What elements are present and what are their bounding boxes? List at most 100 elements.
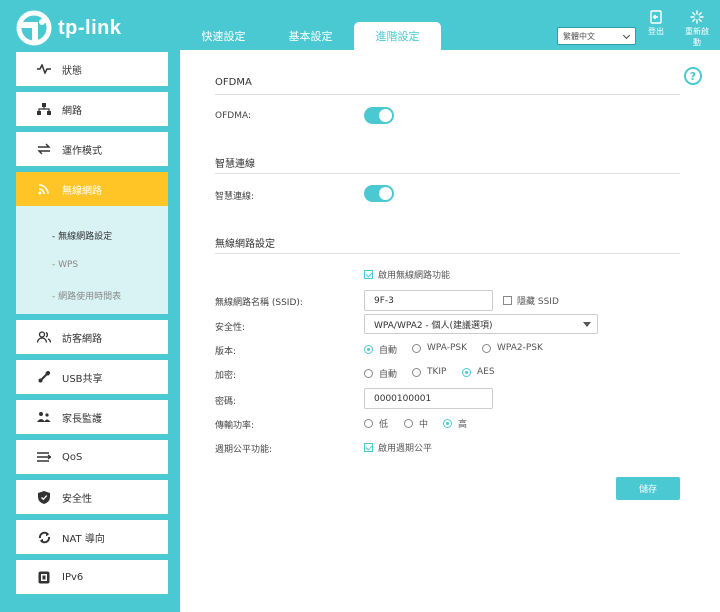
airtime-label: 週期公平功能:	[215, 445, 273, 455]
brand-name: tp-link	[58, 16, 122, 39]
sidebar: 狀態 網路 運作模式 無線網路 - 無線網路設定 - WPS - 網路使用時間表…	[16, 52, 168, 600]
radio-label: AES	[477, 367, 495, 377]
logout-button[interactable]: 登出	[648, 10, 664, 37]
sidebar-item-label: NAT 導向	[62, 533, 105, 545]
ofdma-toggle[interactable]	[364, 107, 394, 124]
power-radio-medium[interactable]: 中	[404, 417, 428, 430]
power-radio-high[interactable]: 高	[443, 417, 467, 430]
tab-basic[interactable]: 基本設定	[267, 22, 354, 50]
mode-icon	[36, 141, 52, 157]
reboot-label: 重新啟動	[685, 27, 709, 47]
sidebar-item-status[interactable]: 狀態	[16, 52, 168, 86]
sidebar-item-usb[interactable]: USB共享	[16, 360, 168, 394]
usb-icon	[36, 369, 52, 385]
logout-icon	[650, 10, 662, 24]
chevron-down-icon	[622, 31, 631, 40]
reboot-button[interactable]: 重新啟動	[684, 10, 710, 48]
version-radio-wpa-psk[interactable]: WPA-PSK	[412, 343, 467, 353]
smart-connect-label: 智慧連線:	[215, 192, 255, 202]
enable-wireless-checkbox[interactable]: 啟用無線網路功能	[364, 268, 450, 281]
ipv6-icon	[36, 569, 52, 585]
ssid-input[interactable]: 9F-3	[364, 290, 493, 311]
submenu-wireless-settings[interactable]: - 無線網路設定	[16, 220, 168, 250]
radio-unselected-icon	[364, 419, 373, 428]
guests-icon	[36, 329, 52, 345]
password-label: 密碼:	[215, 397, 237, 407]
password-input[interactable]: 0000100001	[364, 388, 493, 409]
checkbox-checked-icon	[364, 443, 373, 452]
language-value: 繁體中文	[563, 31, 595, 41]
enable-wireless-label: 啟用無線網路功能	[378, 271, 451, 281]
divider	[215, 173, 680, 174]
encryption-radio-tkip[interactable]: TKIP	[412, 367, 446, 377]
security-label: 安全性:	[215, 323, 246, 333]
sidebar-item-security[interactable]: 安全性	[16, 480, 168, 514]
nat-icon	[36, 529, 52, 545]
shield-icon	[36, 489, 52, 505]
encryption-radio-auto[interactable]: 自動	[364, 367, 397, 380]
radio-label: WPA-PSK	[427, 343, 467, 353]
smart-connect-toggle[interactable]	[364, 185, 394, 202]
sidebar-item-label: IPv6	[62, 571, 84, 583]
submenu-schedule[interactable]: - 網路使用時間表	[16, 280, 168, 310]
version-radio-wpa2-psk[interactable]: WPA2-PSK	[482, 343, 543, 353]
smart-connect-section-title: 智慧連線	[215, 159, 255, 170]
sidebar-item-wireless[interactable]: 無線網路	[16, 172, 168, 206]
radio-selected-icon	[462, 367, 471, 377]
radio-selected-icon	[364, 345, 373, 354]
sidebar-item-guest-network[interactable]: 訪客網路	[16, 320, 168, 354]
power-radio-low[interactable]: 低	[364, 417, 388, 430]
wireless-section-title: 無線網路設定	[215, 239, 275, 250]
version-radio-auto[interactable]: 自動	[364, 343, 397, 356]
radio-label: WPA2-PSK	[497, 343, 543, 353]
power-label: 傳輸功率:	[215, 421, 255, 431]
sidebar-item-label: 網路	[62, 105, 82, 117]
sidebar-item-label: 無線網路	[62, 185, 102, 197]
logout-label: 登出	[648, 27, 664, 36]
reboot-icon	[690, 10, 704, 24]
sidebar-item-network[interactable]: 網路	[16, 92, 168, 126]
ofdma-section-title: OFDMA	[215, 77, 252, 88]
submenu-wps[interactable]: - WPS	[16, 250, 168, 280]
sidebar-item-label: 訪客網路	[62, 333, 102, 345]
radio-unselected-icon	[412, 367, 421, 377]
sidebar-item-parental[interactable]: 家長監護	[16, 400, 168, 434]
sidebar-item-label: 狀態	[62, 65, 82, 77]
wifi-icon	[36, 181, 52, 197]
wireless-submenu: - 無線網路設定 - WPS - 網路使用時間表	[16, 206, 168, 314]
radio-label: 中	[419, 420, 429, 430]
qos-icon	[36, 449, 52, 465]
sidebar-item-nat[interactable]: NAT 導向	[16, 520, 168, 554]
radio-label: 自動	[379, 370, 398, 380]
sidebar-item-label: QoS	[62, 451, 83, 463]
tab-advanced[interactable]: 進階設定	[354, 22, 441, 50]
sidebar-item-qos[interactable]: QoS	[16, 440, 168, 474]
divider	[215, 253, 680, 254]
sidebar-item-label: 安全性	[62, 493, 92, 505]
checkbox-unchecked-icon	[503, 296, 512, 305]
airtime-check-label: 啟用週期公平	[378, 444, 433, 454]
radio-label: TKIP	[427, 367, 447, 377]
save-button[interactable]: 儲存	[616, 477, 680, 500]
sidebar-item-operation-mode[interactable]: 運作模式	[16, 132, 168, 166]
radio-unselected-icon	[404, 419, 413, 428]
radio-selected-icon	[443, 419, 452, 428]
radio-unselected-icon	[364, 369, 373, 378]
security-value: WPA/WPA2 - 個人(建議選項)	[374, 320, 493, 331]
family-icon	[36, 409, 52, 425]
airtime-fairness-checkbox[interactable]: 啟用週期公平	[364, 441, 432, 454]
tab-quick-setup[interactable]: 快速設定	[180, 22, 267, 50]
encryption-label: 加密:	[215, 371, 237, 381]
help-icon[interactable]: ?	[684, 67, 702, 85]
network-icon	[36, 101, 52, 117]
language-select[interactable]: 繁體中文	[557, 27, 636, 45]
ofdma-label: OFDMA:	[215, 111, 251, 121]
sidebar-item-ipv6[interactable]: IPv6	[16, 560, 168, 594]
sidebar-item-label: 家長監護	[62, 413, 102, 425]
tp-link-logo-icon	[16, 10, 52, 46]
encryption-radio-aes[interactable]: AES	[462, 367, 495, 377]
divider	[215, 94, 680, 95]
sidebar-item-label: 運作模式	[62, 145, 102, 157]
security-select[interactable]: WPA/WPA2 - 個人(建議選項)	[364, 314, 598, 334]
hide-ssid-checkbox[interactable]: 隱藏 SSID	[503, 294, 559, 307]
